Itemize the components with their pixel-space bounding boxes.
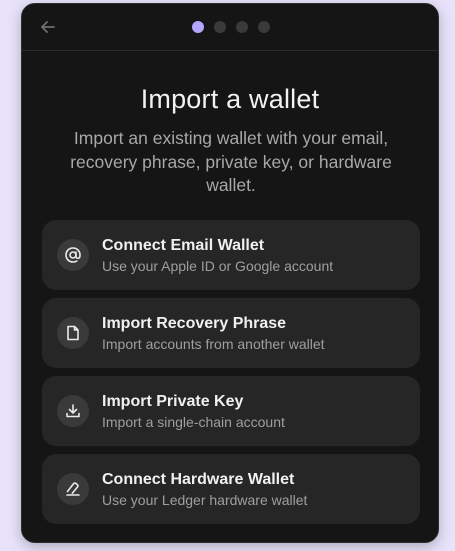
import-recovery-phrase-option[interactable]: Import Recovery Phrase Import accounts f… [42,298,420,368]
page-subtitle: Import an existing wallet with your emai… [70,128,392,195]
connect-hardware-wallet-option[interactable]: Connect Hardware Wallet Use your Ledger … [42,454,420,524]
option-title: Import Private Key [102,392,244,410]
step-dot-3 [236,21,248,33]
option-description: Use your Ledger hardware wallet [102,491,308,508]
option-title: Connect Email Wallet [102,236,265,254]
hardware-wallet-icon [57,473,89,505]
option-title: Connect Hardware Wallet [102,470,295,488]
import-private-key-option[interactable]: Import Private Key Import a single-chain… [42,376,420,446]
step-dot-2 [214,21,226,33]
page-title: Import a wallet [140,84,320,114]
modal-header [22,4,438,51]
import-options-list: Connect Email Wallet Use your Apple ID o… [42,220,420,532]
option-description: Import a single-chain account [102,413,285,430]
step-indicator [192,21,270,33]
arrow-left-icon [41,21,55,33]
back-button[interactable] [36,15,60,39]
option-description: Import accounts from another wallet [102,335,325,352]
document-icon [57,317,89,349]
step-dot-1 [192,21,204,33]
step-dot-4 [258,21,270,33]
connect-email-wallet-option[interactable]: Connect Email Wallet Use your Apple ID o… [42,220,420,290]
import-wallet-modal: Import a wallet Import an existing walle… [21,3,439,543]
download-icon [57,395,89,427]
at-sign-icon [57,239,89,271]
option-title: Import Recovery Phrase [102,314,287,332]
option-description: Use your Apple ID or Google account [102,257,334,274]
